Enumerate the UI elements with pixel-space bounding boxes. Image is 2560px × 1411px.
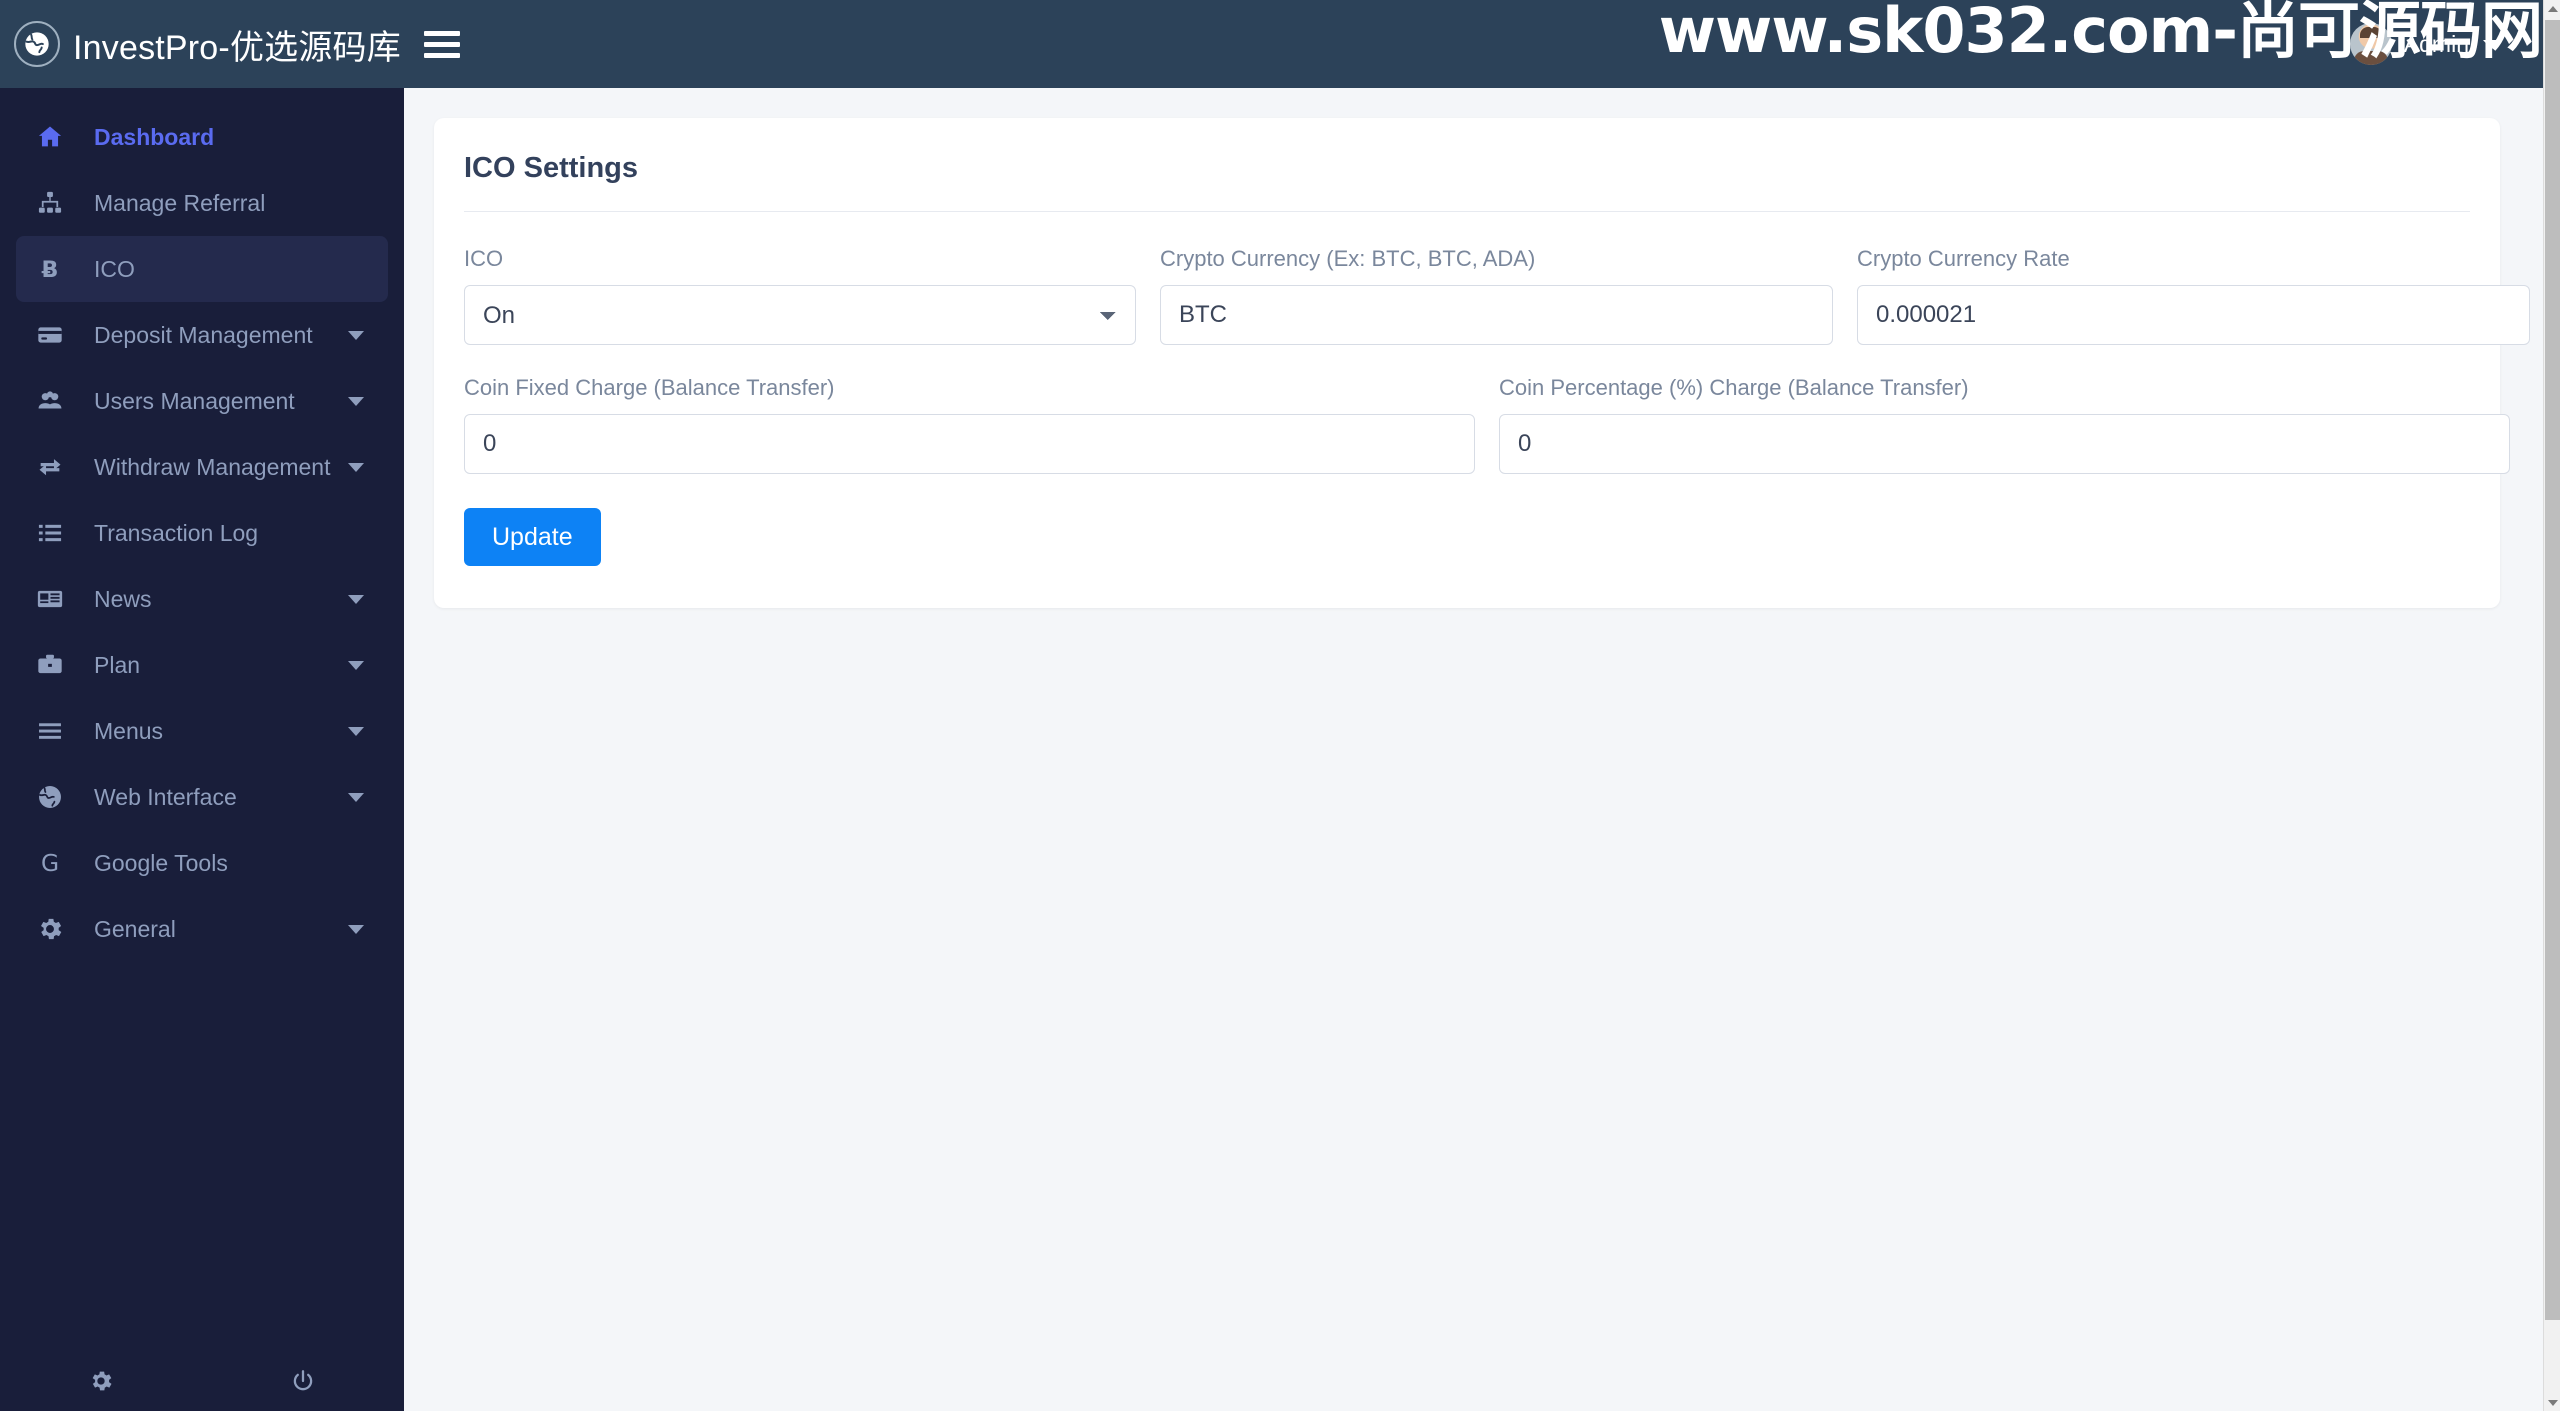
crypto-currency-input[interactable] — [1160, 285, 1833, 345]
bitcoin-icon: Ƀ — [36, 255, 76, 283]
briefcase-icon — [36, 651, 76, 679]
globe-icon — [36, 783, 76, 811]
globe-icon — [14, 21, 60, 67]
sidebar-item-manage-referral[interactable]: Manage Referral — [16, 170, 388, 236]
sidebar-item-label: Plan — [94, 651, 141, 678]
field-ico: ICO OnOff — [464, 246, 1136, 345]
sidebar-item-google-tools[interactable]: G Google Tools — [16, 830, 388, 896]
sidebar-item-label: ICO — [94, 255, 135, 282]
gear-icon[interactable] — [0, 1351, 202, 1411]
field-coin-percentage-charge: Coin Percentage (%) Charge (Balance Tran… — [1499, 375, 2510, 474]
sidebar-item-ico[interactable]: Ƀ ICO — [16, 236, 388, 302]
chevron-down-icon[interactable] — [348, 726, 364, 736]
chevron-down-icon[interactable] — [348, 924, 364, 934]
ico-select[interactable]: OnOff — [464, 285, 1136, 345]
sidebar-item-label: Deposit Management — [94, 321, 313, 348]
chevron-down-icon[interactable] — [348, 396, 364, 406]
sidebar-nav: Dashboard Manage Referral Ƀ ICO Deposit Mana… — [0, 88, 404, 1351]
sidebar-item-menus[interactable]: Menus — [16, 698, 388, 764]
sidebar-item-label: Dashboard — [94, 123, 215, 150]
field-coin-fixed-charge-label: Coin Fixed Charge (Balance Transfer) — [464, 375, 835, 400]
google-icon: G — [36, 849, 76, 877]
hamburger-bar — [424, 52, 460, 58]
sidebar: Dashboard Manage Referral Ƀ ICO Deposit Mana… — [0, 88, 404, 1411]
sidebar-item-label: Transaction Log — [94, 519, 259, 546]
field-coin-fixed-charge: Coin Fixed Charge (Balance Transfer) — [464, 375, 1475, 474]
chevron-down-icon[interactable] — [348, 462, 364, 472]
scroll-up-arrow-icon[interactable] — [2544, 0, 2560, 17]
brand-name: InvestPro-优选源码库 — [73, 28, 401, 67]
user-menu[interactable]: Admin — [2349, 23, 2543, 65]
page-scrollbar[interactable] — [2543, 0, 2560, 1411]
field-crypto-currency-rate-label: Crypto Currency Rate — [1857, 246, 2070, 271]
chevron-down-icon — [2483, 39, 2499, 49]
svg-text:Ƀ: Ƀ — [42, 257, 59, 283]
exchange-icon — [36, 453, 76, 481]
sitemap-icon — [36, 189, 76, 217]
sidebar-item-label: Menus — [94, 717, 164, 744]
card-icon — [36, 321, 76, 349]
main-content: ICO Settings ICO OnOff Crypto Currency (… — [404, 88, 2543, 1411]
coin-percentage-charge-input[interactable] — [1499, 414, 2510, 474]
field-coin-percentage-charge-label: Coin Percentage (%) Charge (Balance Tran… — [1499, 375, 1969, 400]
page-title: ICO Settings — [464, 152, 639, 184]
field-crypto-currency: Crypto Currency (Ex: BTC, BTC, ADA) — [1160, 246, 1833, 345]
sidebar-item-dashboard[interactable]: Dashboard — [16, 104, 388, 170]
user-name: Admin — [2403, 30, 2469, 57]
crypto-currency-rate-input[interactable] — [1857, 285, 2530, 345]
form-row-2: Coin Fixed Charge (Balance Transfer) Coi… — [464, 375, 2510, 474]
sidebar-item-deposit-management[interactable]: Deposit Management — [16, 302, 388, 368]
scrollbar-thumb[interactable] — [2545, 20, 2560, 1320]
sidebar-item-label: Manage Referral — [94, 189, 266, 216]
newspaper-icon — [36, 585, 76, 613]
ico-settings-card: ICO Settings ICO OnOff Crypto Currency (… — [434, 118, 2530, 608]
bars-icon — [36, 717, 76, 745]
sidebar-item-label: News — [94, 585, 152, 612]
list-icon — [36, 519, 76, 547]
hamburger-bar — [424, 30, 460, 36]
sidebar-item-general[interactable]: General — [16, 896, 388, 962]
top-navbar: InvestPro-优选源码库 Admin — [0, 0, 2543, 88]
sidebar-item-label: Withdraw Management — [94, 453, 331, 480]
update-button[interactable]: Update — [464, 508, 601, 566]
sidebar-item-label: Web Interface — [94, 783, 237, 810]
field-ico-label: ICO — [464, 246, 504, 271]
power-icon[interactable] — [202, 1351, 404, 1411]
sidebar-item-label: General — [94, 915, 176, 942]
app-root: InvestPro-优选源码库 Admin www.sk032.com-尚可源码… — [0, 0, 2560, 1411]
avatar — [2349, 23, 2392, 65]
field-crypto-currency-label: Crypto Currency (Ex: BTC, BTC, ADA) — [1160, 246, 1536, 271]
home-icon — [36, 123, 76, 151]
gear-icon — [36, 915, 76, 943]
sidebar-item-transaction-log[interactable]: Transaction Log — [16, 500, 388, 566]
sidebar-item-label: Users Management — [94, 387, 295, 414]
scroll-down-arrow-icon[interactable] — [2544, 1394, 2560, 1411]
sidebar-footer — [0, 1351, 404, 1411]
hamburger-bar — [424, 41, 460, 47]
sidebar-item-label: Google Tools — [94, 849, 228, 876]
brand[interactable]: InvestPro-优选源码库 — [0, 0, 404, 88]
divider — [464, 211, 2470, 212]
hamburger-icon[interactable] — [424, 22, 468, 66]
sidebar-item-withdraw-management[interactable]: Withdraw Management — [16, 434, 388, 500]
sidebar-item-news[interactable]: News — [16, 566, 388, 632]
svg-text:G: G — [41, 849, 59, 877]
chevron-down-icon[interactable] — [348, 792, 364, 802]
sidebar-item-plan[interactable]: Plan — [16, 632, 388, 698]
coin-fixed-charge-input[interactable] — [464, 414, 1475, 474]
sidebar-item-users-management[interactable]: Users Management — [16, 368, 388, 434]
form-row-1: ICO OnOff Crypto Currency (Ex: BTC, BTC,… — [464, 246, 2530, 345]
sidebar-item-web-interface[interactable]: Web Interface — [16, 764, 388, 830]
field-crypto-currency-rate: Crypto Currency Rate — [1857, 246, 2530, 345]
chevron-down-icon[interactable] — [348, 660, 364, 670]
chevron-down-icon[interactable] — [348, 594, 364, 604]
chevron-down-icon[interactable] — [348, 330, 364, 340]
users-icon — [36, 387, 76, 415]
